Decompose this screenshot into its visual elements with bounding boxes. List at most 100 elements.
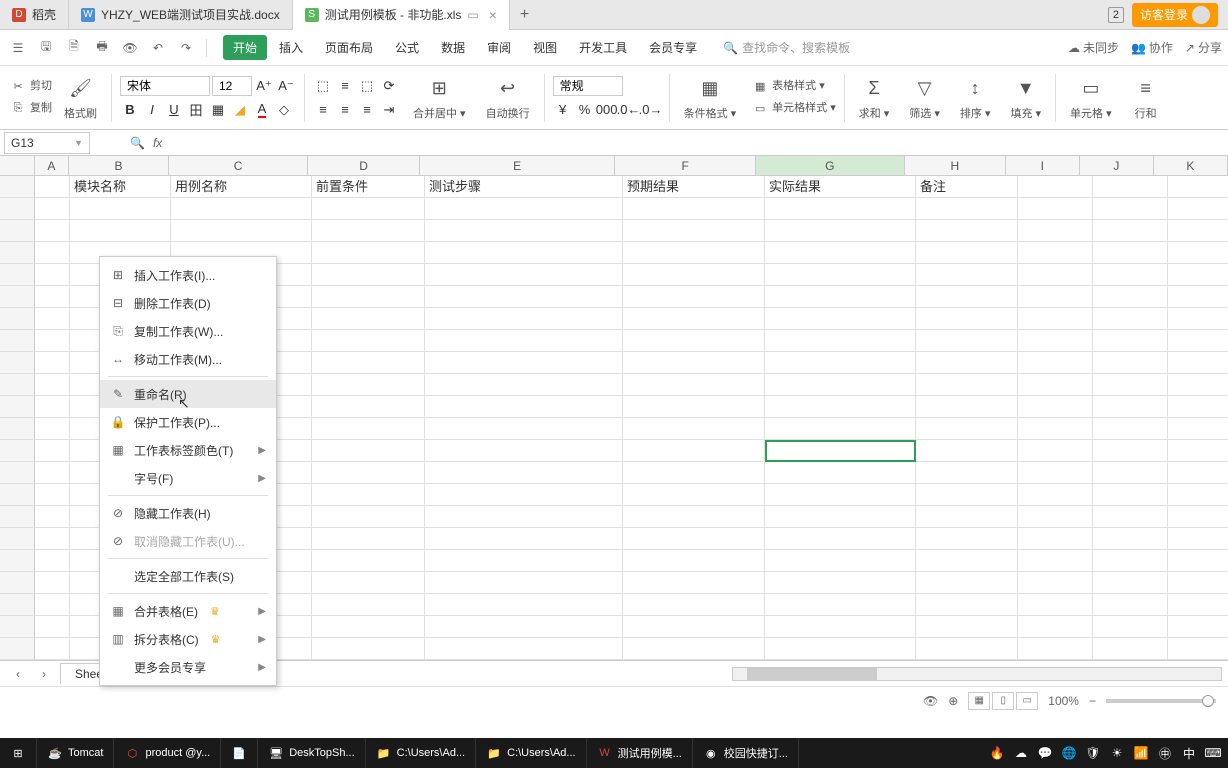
grid-cell[interactable]	[765, 506, 916, 528]
grid-cell[interactable]	[1168, 550, 1228, 572]
grid-cell[interactable]	[623, 572, 765, 594]
col-header-E[interactable]: E	[420, 156, 616, 175]
ctx-insert-sheet[interactable]: ⊞插入工作表(I)...	[100, 261, 276, 289]
print-button[interactable]: 🖶	[90, 36, 114, 60]
grid-cell[interactable]	[312, 484, 425, 506]
grid-cell[interactable]	[35, 198, 70, 220]
grid-cell[interactable]	[765, 484, 916, 506]
grid-cell[interactable]	[425, 308, 623, 330]
grid-cell[interactable]	[1018, 264, 1093, 286]
header-cell[interactable]: 前置条件	[312, 176, 425, 198]
tab-daoke[interactable]: D 稻壳	[0, 0, 69, 30]
italic-button[interactable]: I	[142, 100, 162, 120]
keyboard-icon[interactable]: ⌨	[1204, 744, 1222, 762]
bold-button[interactable]: B	[120, 100, 140, 120]
grid-cell[interactable]	[623, 242, 765, 264]
scrollbar-thumb[interactable]	[747, 668, 877, 680]
grid-cell[interactable]	[1093, 330, 1168, 352]
grid-cell[interactable]	[312, 374, 425, 396]
grid-cell[interactable]	[312, 396, 425, 418]
tray-icon[interactable]: 💬	[1036, 744, 1054, 762]
grid-cell[interactable]	[425, 396, 623, 418]
col-header-K[interactable]: K	[1154, 156, 1228, 175]
grid-cell[interactable]	[1018, 506, 1093, 528]
align-left-button[interactable]: ≡	[313, 100, 333, 120]
grid-cell[interactable]	[916, 242, 1018, 264]
grid-cell[interactable]	[1093, 616, 1168, 638]
grid-cell[interactable]	[425, 616, 623, 638]
ribbon-tab-view[interactable]: 视图	[523, 35, 567, 60]
grid-cell[interactable]	[425, 418, 623, 440]
grid-cell[interactable]	[1018, 484, 1093, 506]
taskbar-desktop[interactable]: 🖥DeskTopSh...	[258, 738, 365, 768]
table-style-icon[interactable]: ▦	[750, 77, 770, 97]
grid-cell[interactable]	[1093, 220, 1168, 242]
col-header-F[interactable]: F	[615, 156, 755, 175]
grid-cell[interactable]	[312, 462, 425, 484]
ribbon-tab-review[interactable]: 审阅	[477, 35, 521, 60]
grid-cell[interactable]	[1018, 374, 1093, 396]
ctx-copy-sheet[interactable]: ⎘复制工作表(W)...	[100, 317, 276, 345]
grid-cell[interactable]	[1168, 528, 1228, 550]
view-normal-button[interactable]: ▦	[968, 692, 990, 710]
grid-cell[interactable]	[1018, 572, 1093, 594]
grid-cell[interactable]	[916, 264, 1018, 286]
border-button[interactable]: ▦	[208, 100, 228, 120]
ribbon-tab-insert[interactable]: 插入	[269, 35, 313, 60]
grid-cell[interactable]	[425, 264, 623, 286]
unsync-button[interactable]: ☁未同步	[1068, 39, 1119, 56]
grid-cell[interactable]	[916, 638, 1018, 660]
command-search[interactable]: 🔍 查找命令、搜索模板	[723, 39, 850, 56]
name-box[interactable]: G13 ▼	[4, 132, 90, 154]
grid-cell[interactable]	[312, 550, 425, 572]
col-header-D[interactable]: D	[308, 156, 420, 175]
grid-cell[interactable]	[312, 616, 425, 638]
grid-cell[interactable]	[35, 550, 70, 572]
grid-cell[interactable]	[1093, 242, 1168, 264]
grid-cell[interactable]	[1093, 352, 1168, 374]
grid-cell[interactable]	[1093, 528, 1168, 550]
col-header-G[interactable]: G	[756, 156, 905, 175]
col-header-H[interactable]: H	[905, 156, 1006, 175]
undo-button[interactable]: ↶	[146, 36, 170, 60]
conditional-format-button[interactable]: ▦ 条件格式 ▾	[678, 75, 743, 121]
col-header-I[interactable]: I	[1006, 156, 1080, 175]
grid-cell[interactable]	[765, 528, 916, 550]
grid-cell[interactable]	[1018, 418, 1093, 440]
grid-cell[interactable]	[1018, 616, 1093, 638]
percent-button[interactable]: %	[575, 100, 595, 120]
decrease-font-button[interactable]: A⁻	[276, 76, 296, 96]
grid-cell[interactable]	[916, 440, 1018, 462]
clear-format-button[interactable]: ◇	[274, 100, 294, 120]
underline-button[interactable]: U	[164, 100, 184, 120]
ctx-hide-sheet[interactable]: ⊘隐藏工作表(H)	[100, 499, 276, 527]
header-cell[interactable]	[35, 176, 70, 198]
grid-cell[interactable]	[171, 198, 312, 220]
tray-icon[interactable]: 🌐	[1060, 744, 1078, 762]
grid-cell[interactable]	[765, 330, 916, 352]
ctx-more-vip[interactable]: 更多会员专享▶	[100, 653, 276, 681]
align-top-button[interactable]: ⬚	[313, 76, 333, 96]
grid-cell[interactable]	[35, 638, 70, 660]
copy-icon[interactable]: ⎘	[8, 99, 28, 119]
grid-cell[interactable]	[916, 352, 1018, 374]
grid-cell[interactable]	[623, 220, 765, 242]
scissors-icon[interactable]: ✂	[8, 77, 28, 97]
grid-cell[interactable]	[1018, 462, 1093, 484]
grid-cell[interactable]	[1093, 374, 1168, 396]
grid-cell[interactable]	[35, 352, 70, 374]
grid-cell[interactable]	[312, 506, 425, 528]
tray-icon[interactable]: 📶	[1132, 744, 1150, 762]
zoom-slider[interactable]	[1106, 699, 1216, 703]
ctx-merge-tables[interactable]: ▦合并表格(E)♛▶	[100, 597, 276, 625]
wrap-text-button[interactable]: ↩ 自动换行	[480, 75, 536, 121]
grid-cell[interactable]	[916, 616, 1018, 638]
grid-cell[interactable]	[765, 396, 916, 418]
grid-cell[interactable]	[312, 572, 425, 594]
grid-cell[interactable]	[916, 308, 1018, 330]
print-preview-button[interactable]: 👁	[118, 36, 142, 60]
grid-cell[interactable]	[35, 462, 70, 484]
grid-cell[interactable]	[1168, 462, 1228, 484]
grid-cell[interactable]	[1018, 352, 1093, 374]
view-page-button[interactable]: ▯	[992, 692, 1014, 710]
